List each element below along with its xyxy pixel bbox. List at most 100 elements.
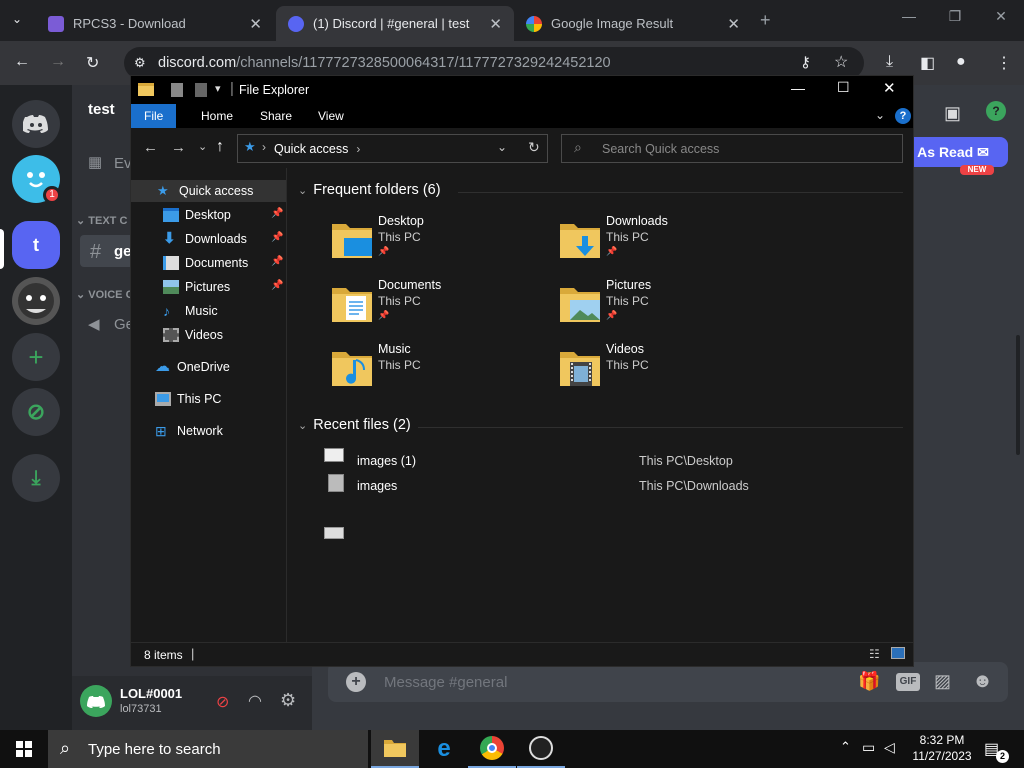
restore-icon[interactable]: ❐ <box>932 8 978 25</box>
attach-plus-icon[interactable]: + <box>346 672 366 692</box>
nav-quick-access[interactable]: ★ Quick access <box>157 180 253 202</box>
help-icon[interactable]: ? <box>986 101 1006 121</box>
headphones-icon[interactable]: ◠ <box>248 691 262 711</box>
mute-mic-icon[interactable]: ⊘ <box>216 692 229 712</box>
breadcrumb-chevron-icon[interactable]: › <box>356 142 360 156</box>
server-name[interactable]: test <box>88 101 115 118</box>
settings-gear-icon[interactable]: ⚙ <box>280 690 296 711</box>
nav-music[interactable]: ♪ Music <box>163 300 218 322</box>
explore-compass-icon[interactable]: ⊘ <box>12 388 60 436</box>
tab-share[interactable]: Share <box>247 104 305 128</box>
gift-icon[interactable]: 🎁 <box>858 671 880 692</box>
close-tab-icon[interactable]: ✕ <box>727 15 740 33</box>
recent-file-row[interactable]: images <box>357 479 397 493</box>
gif-button[interactable]: GIF <box>896 673 920 691</box>
refresh-icon[interactable]: ↻ <box>528 139 540 156</box>
breadcrumb[interactable]: Quick access <box>274 142 348 156</box>
events-label[interactable]: Ev <box>114 155 132 172</box>
taskbar-obs[interactable] <box>517 730 565 768</box>
expand-ribbon-icon[interactable]: ⌄ <box>875 108 885 122</box>
recent-locations-icon[interactable]: ⌄ <box>198 140 207 153</box>
reload-icon[interactable]: ↻ <box>86 53 99 73</box>
fe-minimize-icon[interactable]: — <box>791 80 805 96</box>
add-server-icon[interactable]: + <box>12 333 60 381</box>
clock-date[interactable]: 11/27/2023 <box>908 749 976 763</box>
site-info-icon[interactable]: ⚙ <box>134 55 146 71</box>
frequent-folders-header[interactable]: ⌄ Frequent folders (6) <box>298 182 441 198</box>
taskbar-search-input[interactable]: ⌕ Type here to search <box>48 730 368 768</box>
fe-maximize-icon[interactable]: ☐ <box>837 79 850 96</box>
close-window-icon[interactable]: ✕ <box>978 8 1024 25</box>
profile-icon[interactable]: ● <box>956 53 966 71</box>
volume-muted-icon[interactable]: ◁ <box>884 739 895 756</box>
bookmark-star-icon[interactable]: ☆ <box>834 52 848 72</box>
address-dropdown-icon[interactable]: ⌄ <box>497 140 507 154</box>
user-avatar[interactable] <box>80 685 112 717</box>
server-avatar-icon[interactable] <box>12 277 60 325</box>
folder-desktop[interactable]: Desktop This PC 📌 <box>330 214 530 270</box>
tab-view[interactable]: View <box>305 104 357 128</box>
key-icon[interactable]: ⚷ <box>800 53 811 71</box>
breadcrumb-chevron-icon[interactable]: › <box>262 140 266 154</box>
side-panel-icon[interactable]: ◧ <box>920 53 935 73</box>
minimize-icon[interactable]: — <box>886 8 932 24</box>
nav-network[interactable]: ⊞ Network <box>155 420 223 442</box>
recent-file-row[interactable]: images (1) <box>357 454 416 468</box>
explorer-titlebar[interactable]: ▾ | File Explorer — ☐ ✕ <box>131 76 913 104</box>
inbox-icon[interactable]: ▣ <box>944 103 961 124</box>
voice-category[interactable]: ⌄ VOICE C <box>76 288 134 301</box>
network-status-icon[interactable]: ▭ <box>862 739 875 756</box>
tab-search-chevron-icon[interactable]: ⌄ <box>12 12 22 26</box>
windows-start-icon[interactable] <box>16 741 32 757</box>
nav-this-pc[interactable]: This PC <box>155 388 221 410</box>
fe-back-icon[interactable]: ← <box>143 139 158 156</box>
new-tab-button[interactable]: + <box>760 10 771 31</box>
close-tab-icon[interactable]: ✕ <box>249 15 262 33</box>
new-folder-icon[interactable] <box>195 83 207 97</box>
download-icon[interactable]: ⤓ <box>886 53 893 71</box>
search-input[interactable]: ⌕ Search Quick access <box>561 134 903 163</box>
help-icon[interactable]: ? <box>895 108 911 124</box>
large-icons-view-icon[interactable] <box>891 647 905 659</box>
folder-music[interactable]: Music This PC <box>330 342 530 398</box>
forward-icon[interactable]: → <box>50 53 66 71</box>
tab-google-image[interactable]: Google Image Result ✕ <box>514 6 752 41</box>
folder-pictures[interactable]: Pictures This PC 📌 <box>558 278 758 334</box>
tab-home[interactable]: Home <box>188 104 246 128</box>
menu-icon[interactable]: ⋮ <box>996 53 1012 73</box>
nav-downloads[interactable]: ⬇ Downloads <box>163 228 247 250</box>
sticker-icon[interactable]: ▨ <box>934 671 951 692</box>
fe-close-icon[interactable]: ✕ <box>883 79 896 97</box>
folder-documents[interactable]: Documents This PC 📌 <box>330 278 530 334</box>
address-box[interactable]: ★ › Quick access › ⌄ ↻ <box>237 134 548 163</box>
nav-onedrive[interactable]: ☁ OneDrive <box>155 356 230 378</box>
folder-videos[interactable]: Videos This PC <box>558 342 758 398</box>
details-view-icon[interactable]: ☷ <box>869 647 880 661</box>
text-category[interactable]: ⌄ TEXT C <box>76 214 127 227</box>
close-tab-icon[interactable]: ✕ <box>489 15 502 33</box>
download-apps-icon[interactable]: ⤓ <box>12 454 60 502</box>
customize-qat-icon[interactable]: ▾ <box>215 82 221 95</box>
emoji-icon[interactable]: ☻ <box>972 670 993 693</box>
back-icon[interactable]: ← <box>14 53 30 71</box>
mark-as-read-button[interactable]: k As Read ✉ <box>904 137 1008 167</box>
clock-time[interactable]: 8:32 PM <box>912 733 972 747</box>
fe-forward-icon[interactable]: → <box>171 139 186 156</box>
tray-chevron-icon[interactable]: ⌃ <box>840 739 851 755</box>
recent-files-header[interactable]: ⌄ Recent files (2) <box>298 417 411 433</box>
taskbar-file-explorer[interactable] <box>371 730 419 768</box>
tab-file[interactable]: File <box>131 104 177 128</box>
nav-videos[interactable]: Videos <box>163 324 223 346</box>
tab-rpcs3[interactable]: RPCS3 - Download ✕ <box>36 6 274 41</box>
nav-documents[interactable]: Documents <box>163 252 248 274</box>
folder-downloads[interactable]: Downloads This PC 📌 <box>558 214 758 270</box>
properties-icon[interactable] <box>171 83 183 97</box>
tab-discord[interactable]: (1) Discord | #general | test ✕ <box>276 6 514 41</box>
discord-home-icon[interactable] <box>12 100 60 148</box>
nav-desktop[interactable]: Desktop <box>163 204 231 226</box>
message-input[interactable]: + Message #general 🎁 GIF ▨ ☻ <box>328 662 1008 702</box>
taskbar-edge[interactable]: e <box>420 730 468 768</box>
chat-scrollbar[interactable] <box>1016 335 1020 455</box>
taskbar-chrome[interactable] <box>468 730 516 768</box>
nav-pictures[interactable]: Pictures <box>163 276 230 298</box>
